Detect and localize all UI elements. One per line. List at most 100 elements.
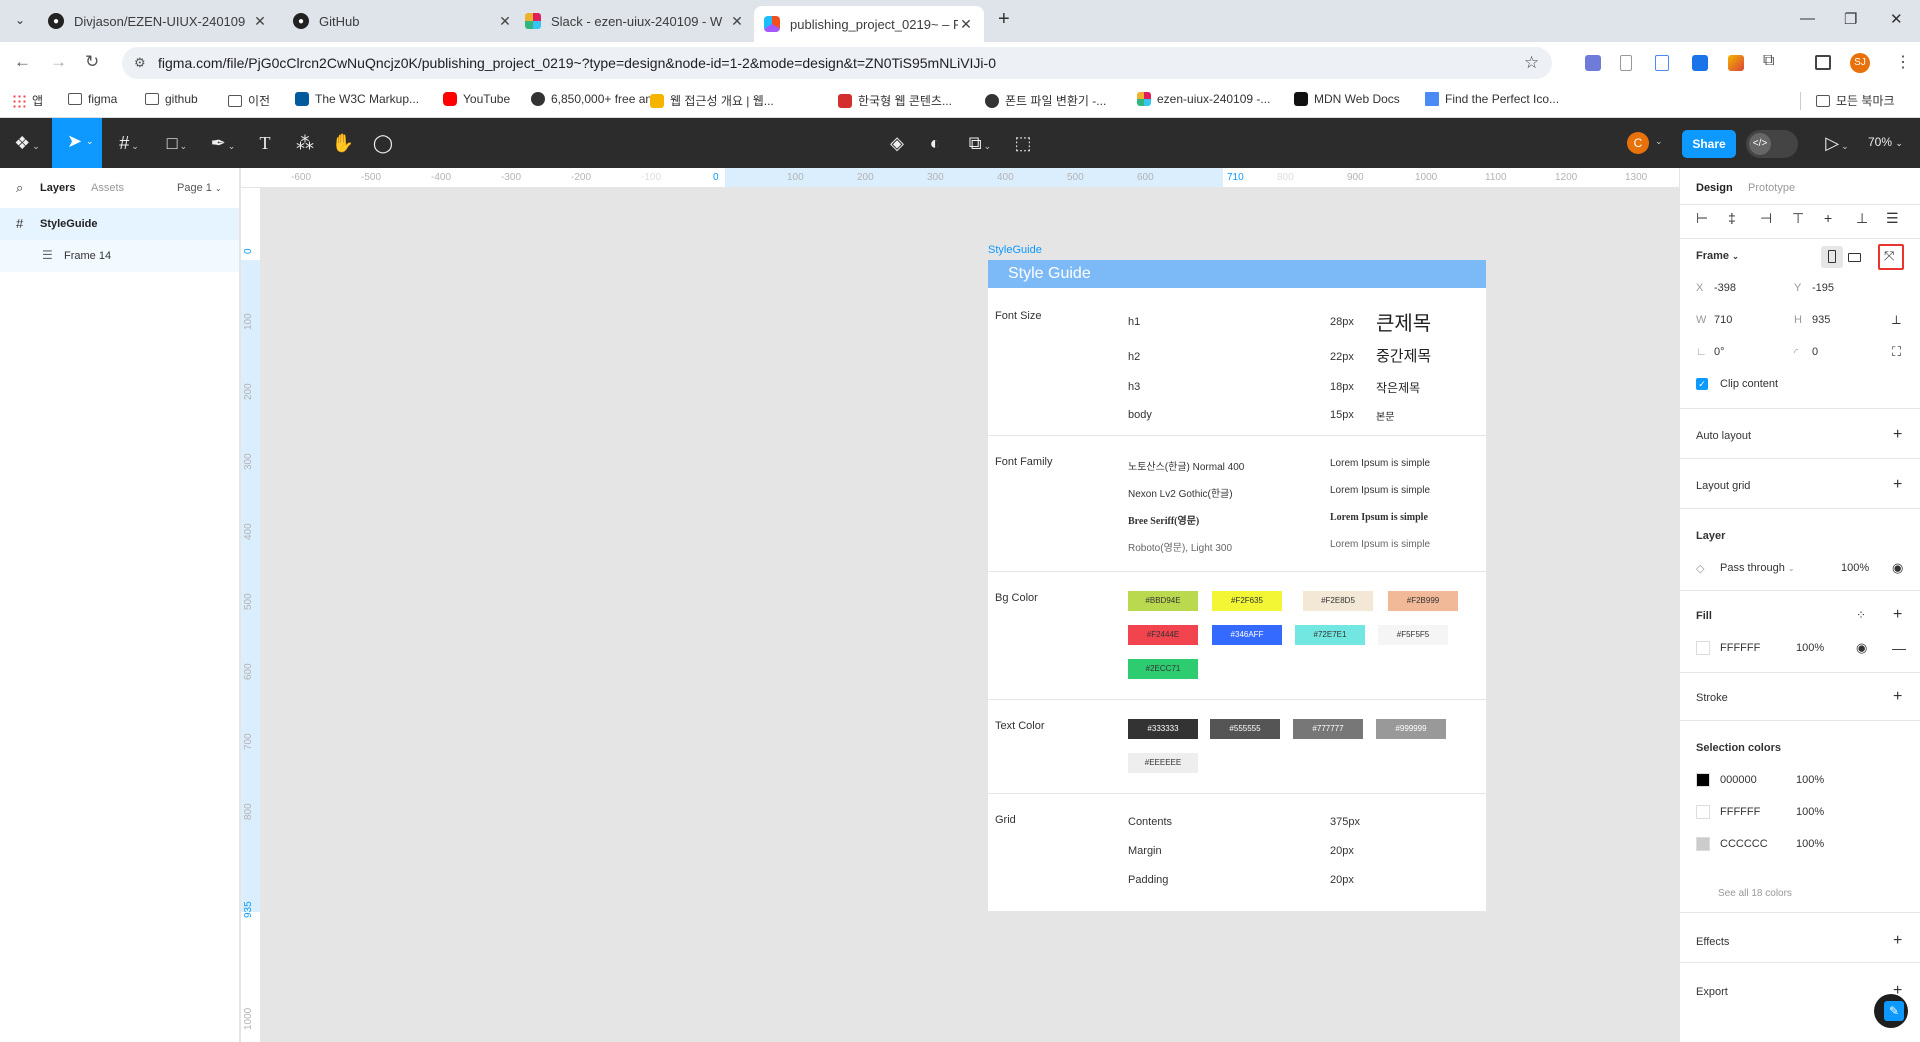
bookmark-apps[interactable]: 앱	[12, 92, 43, 109]
component-icon[interactable]: ◈	[884, 130, 910, 156]
text-swatch[interactable]: #555555	[1210, 719, 1280, 739]
bookmark-slack[interactable]: ezen-uiux-240109 -...	[1137, 92, 1270, 106]
styleguide-frame[interactable]: Style Guide Font Size h1 28px 큰제목 h2 22p…	[988, 260, 1486, 912]
add-auto-layout-icon[interactable]: +	[1893, 426, 1902, 444]
bookmark-star-icon[interactable]: ☆	[1524, 53, 1539, 73]
bookmark-all-bookmarks[interactable]: 모든 북마크	[1816, 92, 1895, 109]
align-center-h-icon[interactable]: ‡	[1728, 210, 1736, 226]
distribute-icon[interactable]: ☰	[1886, 210, 1899, 227]
align-bottom-icon[interactable]: ⊥	[1856, 210, 1868, 227]
extensions-puzzle-icon[interactable]: ⧉	[1763, 52, 1774, 70]
independent-corners-icon[interactable]: ⛶	[1892, 344, 1901, 360]
tab-assets[interactable]: Assets	[91, 182, 124, 194]
text-swatch[interactable]: #999999	[1376, 719, 1446, 739]
bg-swatch[interactable]: #BBD94E	[1128, 591, 1198, 611]
tab-prototype[interactable]: Prototype	[1748, 182, 1795, 194]
bg-swatch[interactable]: #F5F5F5	[1378, 625, 1448, 645]
styles-grid-icon[interactable]: ⁘	[1856, 608, 1866, 622]
frame-tool-button[interactable]: # ⌄	[112, 130, 146, 156]
bookmark-w3c[interactable]: The W3C Markup...	[295, 92, 419, 106]
bookmark-find-icons[interactable]: Find the Perfect Ico...	[1425, 92, 1559, 106]
shape-tool-button[interactable]: □ ⌄	[160, 130, 194, 156]
text-swatch[interactable]: #333333	[1128, 719, 1198, 739]
fill-hex-input[interactable]: FFFFFF	[1720, 642, 1760, 654]
forward-icon[interactable]: →	[50, 52, 67, 72]
close-icon[interactable]: ✕	[729, 13, 745, 30]
zoom-level[interactable]: 70% ⌄	[1868, 135, 1903, 149]
selection-color-swatch[interactable]	[1696, 805, 1710, 819]
pen-tool-button[interactable]: ✒ ⌄	[206, 130, 240, 156]
portrait-toggle[interactable]	[1821, 246, 1843, 268]
bookmark-pdf[interactable]: 한국형 웹 콘텐츠...	[838, 92, 952, 109]
tab-github-repo[interactable]: ● Divjason/EZEN-UIUX-240109 ✕	[38, 6, 278, 36]
hand-tool-icon[interactable]: ✋	[330, 130, 356, 156]
layer-opacity-input[interactable]: 100%	[1841, 562, 1869, 574]
extension-icon[interactable]	[1620, 55, 1632, 71]
selection-color-swatch[interactable]	[1696, 837, 1710, 851]
mask-icon[interactable]: ◐	[922, 130, 948, 156]
x-input[interactable]: -398	[1714, 282, 1736, 294]
see-all-colors-link[interactable]: See all 18 colors	[1718, 888, 1792, 899]
bookmark-font-converter[interactable]: 폰트 파일 변환기 -...	[985, 92, 1106, 109]
bookmark-youtube[interactable]: YouTube	[443, 92, 510, 106]
back-icon[interactable]: ←	[14, 52, 31, 72]
visibility-eye-icon[interactable]: ◉	[1856, 640, 1867, 656]
selection-color-opacity[interactable]: 100%	[1796, 838, 1824, 850]
resources-tool-button[interactable]: ⁂	[292, 130, 318, 156]
share-button[interactable]: Share	[1682, 130, 1736, 158]
site-info-icon[interactable]: ⚙	[134, 55, 146, 71]
clip-content-checkbox[interactable]: ✓	[1696, 378, 1708, 390]
present-play-icon[interactable]: ▷ ⌄	[1820, 130, 1854, 156]
extension-icon[interactable]	[1655, 55, 1669, 71]
rotation-input[interactable]: 0°	[1714, 346, 1725, 358]
reload-icon[interactable]: ↻	[85, 52, 99, 72]
bg-swatch[interactable]: #346AFF	[1212, 625, 1282, 645]
bg-swatch[interactable]: #2ECC71	[1128, 659, 1198, 679]
boolean-icon[interactable]: ⧉ ⌄	[962, 130, 998, 156]
crop-icon[interactable]: ⬚	[1010, 130, 1036, 156]
bg-swatch[interactable]: #F2E8D5	[1303, 591, 1373, 611]
bookmark-free-icons[interactable]: 6,850,000+ free an...	[531, 92, 662, 106]
selection-color-hex[interactable]: CCCCCC	[1720, 838, 1768, 850]
layer-row-styleguide[interactable]: # StyleGuide	[0, 208, 239, 240]
design-canvas[interactable]: StyleGuide Style Guide Font Size h1 28px…	[262, 188, 1679, 1042]
tab-figma[interactable]: publishing_project_0219~ – Fi ✕	[754, 6, 984, 42]
comment-tool-icon[interactable]: ◯	[370, 130, 396, 156]
selection-color-opacity[interactable]: 100%	[1796, 774, 1824, 786]
profile-avatar[interactable]: SJ	[1850, 53, 1870, 73]
add-stroke-icon[interactable]: +	[1893, 688, 1902, 706]
new-tab-button[interactable]: +	[998, 8, 1010, 31]
close-icon[interactable]: ✕	[252, 13, 268, 30]
bookmark-folder-figma[interactable]: figma	[68, 92, 117, 106]
bg-swatch[interactable]: #F2F635	[1212, 591, 1282, 611]
tab-search-button[interactable]: ⌄	[10, 10, 30, 30]
y-input[interactable]: -195	[1812, 282, 1834, 294]
layer-row-frame14[interactable]: ☰ Frame 14	[0, 240, 239, 272]
bg-swatch[interactable]: #F2444E	[1128, 625, 1198, 645]
align-center-v-icon[interactable]: +	[1824, 210, 1832, 226]
page-selector[interactable]: Page 1 ⌄	[177, 182, 222, 194]
fill-opacity-input[interactable]: 100%	[1796, 642, 1824, 654]
remove-fill-icon[interactable]: —	[1892, 640, 1906, 656]
side-panel-icon[interactable]	[1815, 55, 1831, 70]
tab-layers[interactable]: Layers	[40, 182, 75, 194]
landscape-icon[interactable]	[1848, 253, 1861, 262]
selection-color-swatch[interactable]	[1696, 773, 1710, 787]
figma-main-menu-icon[interactable]: ❖ ⌄	[10, 130, 44, 156]
selection-color-opacity[interactable]: 100%	[1796, 806, 1824, 818]
constrain-proportions-icon[interactable]: ⟂	[1892, 312, 1901, 328]
chevron-down-icon[interactable]: ⌄	[1655, 136, 1663, 147]
styleguide-header[interactable]: Style Guide	[988, 260, 1486, 288]
bookmark-folder-previous[interactable]: 이전	[228, 92, 270, 109]
fill-color-swatch[interactable]	[1696, 641, 1710, 655]
close-icon[interactable]: ✕	[497, 13, 513, 30]
close-icon[interactable]: ✕	[958, 16, 974, 33]
h-input[interactable]: 935	[1812, 314, 1830, 326]
frame-label[interactable]: StyleGuide	[988, 244, 1042, 256]
bookmark-folder-github[interactable]: github	[145, 92, 198, 106]
selection-color-hex[interactable]: 000000	[1720, 774, 1757, 786]
tab-github[interactable]: ● GitHub ✕	[283, 6, 523, 36]
tab-slack[interactable]: Slack - ezen-uiux-240109 - W ✕	[515, 6, 755, 36]
selection-color-hex[interactable]: FFFFFF	[1720, 806, 1760, 818]
extension-icon[interactable]	[1692, 55, 1708, 71]
